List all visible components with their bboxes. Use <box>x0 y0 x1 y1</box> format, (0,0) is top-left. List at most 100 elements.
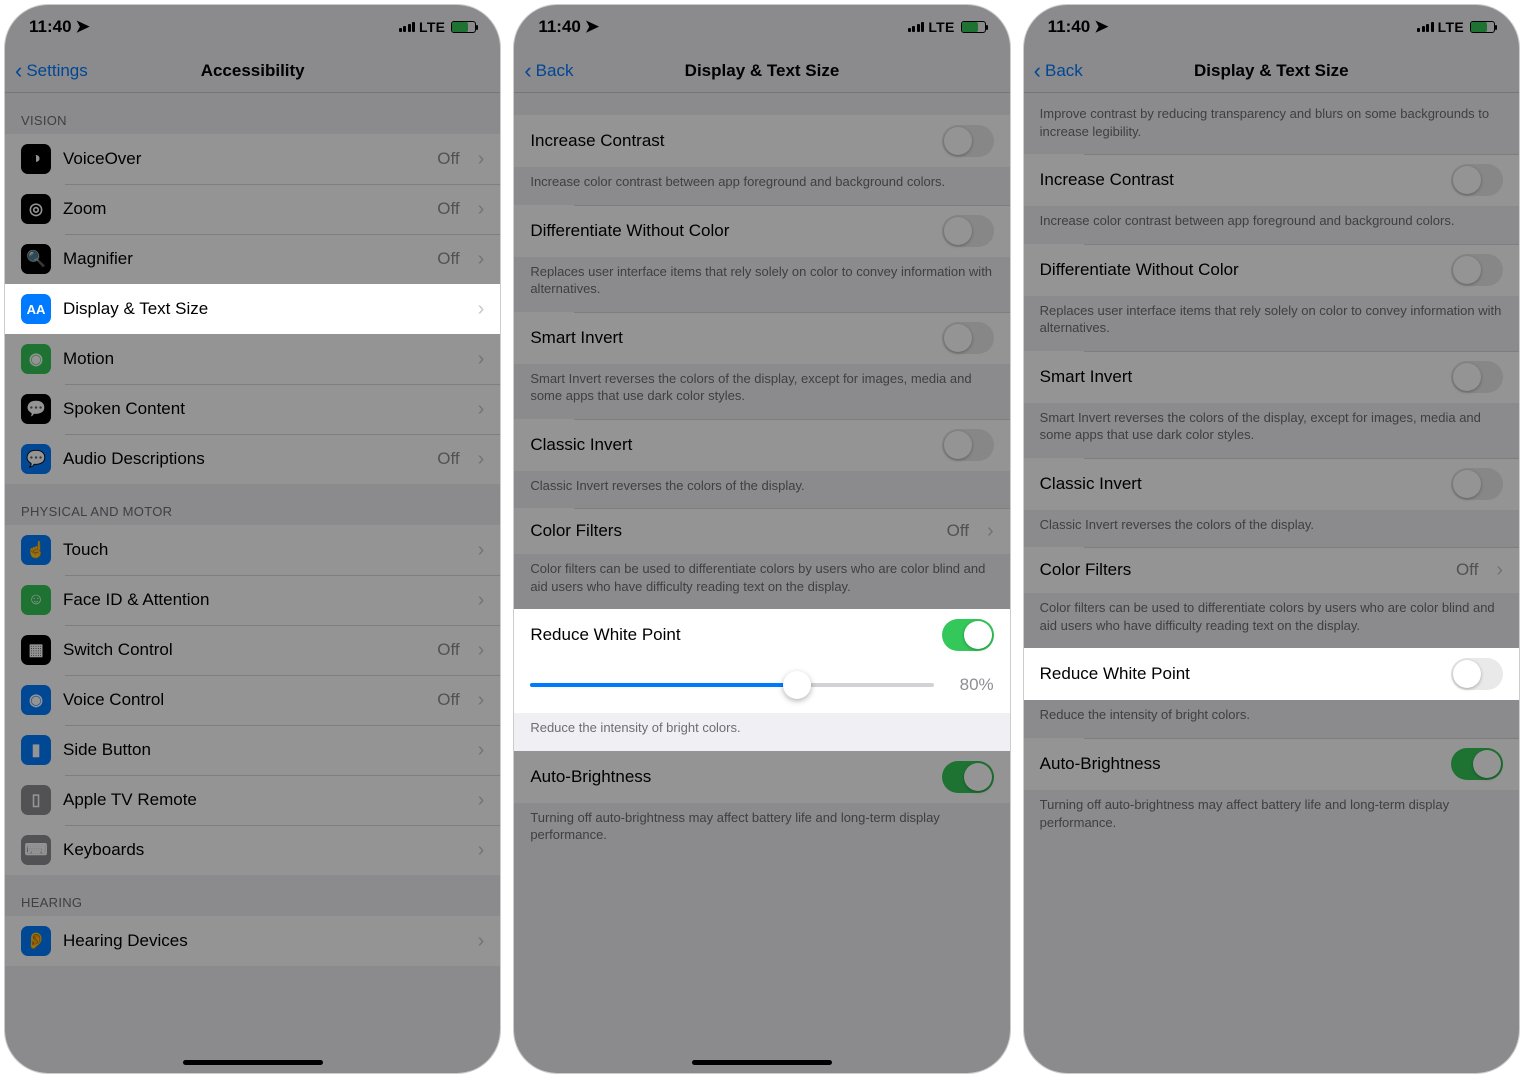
toggle-increase-contrast[interactable] <box>1451 164 1503 196</box>
value: Off <box>437 690 459 710</box>
chevron-right-icon: › <box>478 790 485 810</box>
home-indicator[interactable] <box>692 1060 832 1065</box>
toggle-reduce-white-point[interactable] <box>1451 658 1503 690</box>
row-voice-control[interactable]: ◉ Voice Control Off › <box>5 675 500 725</box>
signal-icon <box>908 22 925 32</box>
row-increase-contrast[interactable]: Increase Contrast <box>1024 154 1519 206</box>
label: Motion <box>63 349 114 369</box>
footer-reduce-white-point: Reduce the intensity of bright colors. <box>1024 700 1519 738</box>
slider-value: 80% <box>948 675 994 695</box>
chevron-right-icon: › <box>478 449 485 469</box>
row-diff-color[interactable]: Differentiate Without Color <box>1024 244 1519 296</box>
chevron-right-icon: › <box>478 249 485 269</box>
row-zoom[interactable]: ◎ Zoom Off › <box>5 184 500 234</box>
row-motion[interactable]: ◉ Motion › <box>5 334 500 384</box>
label: Color Filters <box>1040 560 1132 580</box>
chevron-right-icon: › <box>478 149 485 169</box>
row-faceid[interactable]: ☺ Face ID & Attention › <box>5 575 500 625</box>
zoom-icon: ◎ <box>21 194 51 224</box>
keyboard-icon: ⌨ <box>21 835 51 865</box>
toggle-smart-invert[interactable] <box>942 322 994 354</box>
toggle-diff-color[interactable] <box>1451 254 1503 286</box>
value: Off <box>1456 560 1478 580</box>
toggle-diff-color[interactable] <box>942 215 994 247</box>
section-hearing: HEARING <box>5 875 500 916</box>
row-auto-brightness[interactable]: Auto-Brightness <box>514 751 1009 803</box>
row-reduce-white-point[interactable]: Reduce White Point <box>1024 648 1519 700</box>
row-side-button[interactable]: ▮ Side Button › <box>5 725 500 775</box>
label: Reduce White Point <box>530 625 680 645</box>
row-color-filters[interactable]: Color Filters Off › <box>514 508 1009 554</box>
display-text-icon: AA <box>21 294 51 324</box>
status-time: 11:40 <box>29 17 72 37</box>
home-indicator[interactable] <box>183 1060 323 1065</box>
row-classic-invert[interactable]: Classic Invert <box>1024 458 1519 510</box>
chevron-right-icon: › <box>1496 560 1503 580</box>
voiceover-icon: ◑ <box>21 144 51 174</box>
status-time: 11:40 <box>538 17 581 37</box>
value: Off <box>437 640 459 660</box>
back-button[interactable]: ‹Settings <box>15 60 88 82</box>
chevron-right-icon: › <box>478 640 485 660</box>
battery-icon <box>961 21 986 33</box>
row-voiceover[interactable]: ◑ VoiceOver Off › <box>5 134 500 184</box>
row-hearing-devices[interactable]: 👂 Hearing Devices › <box>5 916 500 966</box>
row-audio-descriptions[interactable]: 💬 Audio Descriptions Off › <box>5 434 500 484</box>
location-icon: ➤ <box>585 17 599 37</box>
row-smart-invert[interactable]: Smart Invert <box>514 312 1009 364</box>
row-display-text-size[interactable]: AA Display & Text Size › <box>5 284 500 334</box>
scroll-area[interactable]: VISION ◑ VoiceOver Off › ◎ Zoom Off › 🔍 … <box>5 93 500 1073</box>
chevron-right-icon: › <box>478 349 485 369</box>
back-button[interactable]: ‹Back <box>524 60 573 82</box>
chevron-right-icon: › <box>478 540 485 560</box>
toggle-auto-brightness[interactable] <box>1451 748 1503 780</box>
chevron-left-icon: ‹ <box>1034 60 1041 82</box>
label: Auto-Brightness <box>530 767 651 787</box>
row-diff-color[interactable]: Differentiate Without Color <box>514 205 1009 257</box>
row-appletv-remote[interactable]: ▯ Apple TV Remote › <box>5 775 500 825</box>
nav-bar: ‹Settings Accessibility <box>5 49 500 93</box>
toggle-increase-contrast[interactable] <box>942 125 994 157</box>
label: Zoom <box>63 199 106 219</box>
row-smart-invert[interactable]: Smart Invert <box>1024 351 1519 403</box>
label: Touch <box>63 540 108 560</box>
slider-track[interactable] <box>530 683 933 687</box>
label: Color Filters <box>530 521 622 541</box>
slider-thumb[interactable] <box>783 671 811 699</box>
toggle-classic-invert[interactable] <box>1451 468 1503 500</box>
row-touch[interactable]: ☝ Touch › <box>5 525 500 575</box>
sidebtn-icon: ▮ <box>21 735 51 765</box>
back-label: Back <box>536 61 574 81</box>
row-keyboards[interactable]: ⌨ Keyboards › <box>5 825 500 875</box>
toggle-reduce-white-point[interactable] <box>942 619 994 651</box>
signal-icon <box>399 22 416 32</box>
voice-icon: ◉ <box>21 685 51 715</box>
chevron-right-icon: › <box>478 840 485 860</box>
row-spoken-content[interactable]: 💬 Spoken Content › <box>5 384 500 434</box>
row-switch-control[interactable]: ▦ Switch Control Off › <box>5 625 500 675</box>
back-button[interactable]: ‹Back <box>1034 60 1083 82</box>
footer-reduce-white-point: Reduce the intensity of bright colors. <box>514 713 1009 751</box>
toggle-classic-invert[interactable] <box>942 429 994 461</box>
row-increase-contrast[interactable]: Increase Contrast <box>514 115 1009 167</box>
footer-color-filters: Color filters can be used to differentia… <box>514 554 1009 609</box>
slider-reduce-white-point[interactable]: 80% <box>514 661 1009 713</box>
row-auto-brightness[interactable]: Auto-Brightness <box>1024 738 1519 790</box>
row-magnifier[interactable]: 🔍 Magnifier Off › <box>5 234 500 284</box>
hearing-icon: 👂 <box>21 926 51 956</box>
nav-bar: ‹Back Display & Text Size <box>514 49 1009 93</box>
value: Off <box>947 521 969 541</box>
label: Spoken Content <box>63 399 185 419</box>
toggle-smart-invert[interactable] <box>1451 361 1503 393</box>
row-color-filters[interactable]: Color Filters Off › <box>1024 547 1519 593</box>
toggle-auto-brightness[interactable] <box>942 761 994 793</box>
label: Differentiate Without Color <box>530 221 729 241</box>
footer-auto-brightness: Turning off auto-brightness may affect b… <box>514 803 1009 858</box>
row-classic-invert[interactable]: Classic Invert <box>514 419 1009 471</box>
scroll-area[interactable]: Improve contrast by reducing transparenc… <box>1024 93 1519 1073</box>
label: Apple TV Remote <box>63 790 197 810</box>
back-label: Settings <box>26 61 87 81</box>
row-reduce-white-point[interactable]: Reduce White Point <box>514 609 1009 661</box>
label: Increase Contrast <box>530 131 664 151</box>
scroll-area[interactable]: Increase Contrast Increase color contras… <box>514 93 1009 1073</box>
